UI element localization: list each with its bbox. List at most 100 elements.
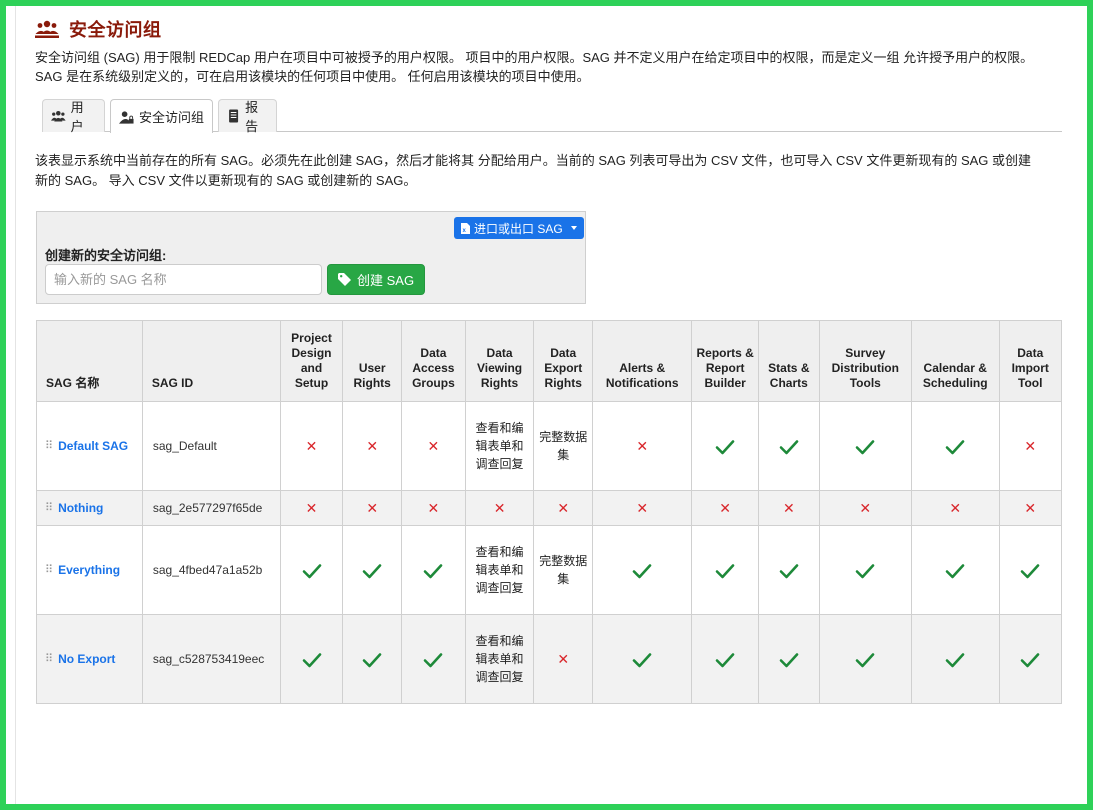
check-icon <box>1020 652 1040 668</box>
permission-granted-cell <box>910 525 1000 615</box>
check-icon <box>945 439 965 455</box>
left-gutter <box>6 6 16 804</box>
col-header-dag[interactable]: Data Access Groups <box>401 320 466 402</box>
permission-text-cell: 查看和编辑表单和调查回复 <box>464 525 535 615</box>
cross-icon: ✕ <box>636 499 649 516</box>
col-header-calendar[interactable]: Calendar & Scheduling <box>910 320 1000 402</box>
permission-denied-cell: ✕ <box>401 490 466 526</box>
cross-icon: ✕ <box>557 650 570 667</box>
col-header-stats[interactable]: Stats & Charts <box>758 320 820 402</box>
cross-icon: ✕ <box>427 437 440 454</box>
drag-handle-icon[interactable]: ⠿ <box>45 437 53 455</box>
check-icon <box>362 563 382 579</box>
permission-text: 完整数据集 <box>539 554 588 586</box>
check-icon <box>715 563 735 579</box>
permission-text: 查看和编辑表单和调查回复 <box>475 421 524 471</box>
check-icon <box>855 563 875 579</box>
users-icon <box>51 110 66 122</box>
check-icon <box>302 563 322 579</box>
cross-icon: ✕ <box>1024 437 1037 454</box>
sag-name-link[interactable]: Default SAG <box>58 439 128 453</box>
cross-icon: ✕ <box>427 499 440 516</box>
check-icon <box>945 652 965 668</box>
sag-name-cell: ⠿ Everything <box>36 525 143 615</box>
sag-name-link[interactable]: Nothing <box>58 501 103 515</box>
check-icon <box>779 563 799 579</box>
sag-name-link[interactable]: No Export <box>58 652 115 666</box>
permission-denied-cell: ✕ <box>533 614 594 704</box>
check-icon <box>302 652 322 668</box>
col-header-export[interactable]: Data Export Rights <box>533 320 594 402</box>
cross-icon: ✕ <box>1024 499 1037 516</box>
user-lock-icon <box>119 110 134 124</box>
cross-icon: ✕ <box>305 437 318 454</box>
table-row: ⠿ Default SAG sag_Default ✕ ✕ ✕ 查看和编辑表单和调查回复 完整… <box>36 401 1063 491</box>
tab-sag-label: 安全访问组 <box>139 110 205 125</box>
permission-granted-cell <box>401 614 466 704</box>
permission-text: 完整数据集 <box>539 430 588 462</box>
col-header-viewing[interactable]: Data Viewing Rights <box>464 320 535 402</box>
permission-denied-cell: ✕ <box>691 490 760 526</box>
sag-name-cell: ⠿ Nothing <box>36 490 143 526</box>
new-sag-name-input[interactable] <box>45 264 322 295</box>
check-icon <box>779 652 799 668</box>
cross-icon: ✕ <box>557 499 570 516</box>
permission-denied-cell: ✕ <box>592 401 693 491</box>
sag-name-cell: ⠿ Default SAG <box>36 401 143 491</box>
permission-granted-cell <box>342 525 403 615</box>
check-icon <box>1020 563 1040 579</box>
col-header-id[interactable]: SAG ID <box>141 320 281 402</box>
import-export-button[interactable]: x 进口或出口 SAG <box>454 217 584 239</box>
tab-security-access-groups[interactable]: 安全访问组 <box>110 99 213 133</box>
permission-denied-cell: ✕ <box>279 401 344 491</box>
permission-denied-cell: ✕ <box>910 490 1000 526</box>
cross-icon: ✕ <box>949 499 962 516</box>
permission-granted-cell <box>910 401 1000 491</box>
drag-handle-icon[interactable]: ⠿ <box>45 561 53 579</box>
intro-text: 安全访问组 (SAG) 用于限制 REDCap 用户在项目中可被授予的用户权限。… <box>35 50 1034 84</box>
tab-reports[interactable]: 报告 <box>218 99 277 134</box>
permission-granted-cell <box>279 525 344 615</box>
check-icon <box>715 652 735 668</box>
create-sag-label: 创建新的安全访问组: <box>45 248 167 263</box>
check-icon <box>945 563 965 579</box>
permission-denied-cell: ✕ <box>818 490 912 526</box>
permission-granted-cell <box>279 614 344 704</box>
check-icon <box>715 439 735 455</box>
col-header-survey[interactable]: Survey Distribution Tools <box>818 320 912 402</box>
col-header-alerts[interactable]: Alerts & Notifications <box>592 320 693 402</box>
check-icon <box>423 563 443 579</box>
permission-granted-cell <box>691 614 760 704</box>
create-sag-button[interactable]: 创建 SAG <box>327 264 426 295</box>
permission-granted-cell <box>758 614 820 704</box>
sag-name-link[interactable]: Everything <box>58 563 120 577</box>
sag-id-cell: sag_4fbed47a1a52b <box>141 525 281 615</box>
permission-denied-cell: ✕ <box>342 401 403 491</box>
col-header-reports[interactable]: Reports & Report Builder <box>691 320 760 402</box>
permission-granted-cell <box>998 614 1063 704</box>
sag-id-cell: sag_c528753419eec <box>141 614 281 704</box>
sag-table: SAG 名称 SAG ID Project Design and Setup U… <box>36 320 1063 704</box>
table-row: ⠿ No Export sag_c528753419eec 查看和编辑表单和调查回复 ✕ <box>36 614 1063 704</box>
col-header-name[interactable]: SAG 名称 <box>36 320 143 402</box>
drag-handle-icon[interactable]: ⠿ <box>45 499 53 517</box>
tag-icon <box>338 273 351 286</box>
permission-text: 查看和编辑表单和调查回复 <box>475 545 524 595</box>
permission-granted-cell <box>691 401 760 491</box>
cross-icon: ✕ <box>859 499 872 516</box>
tab-users[interactable]: 用户 <box>42 99 105 134</box>
tab-users-label: 用户 <box>70 100 84 134</box>
drag-handle-icon[interactable]: ⠿ <box>45 650 53 668</box>
page-header: 安全访问组 <box>35 16 162 42</box>
col-header-user-rights[interactable]: User Rights <box>342 320 403 402</box>
page-frame: 安全访问组 安全访问组 (SAG) 用于限制 REDCap 用户在项目中可被授予… <box>6 6 1087 804</box>
permission-text: 查看和编辑表单和调查回复 <box>475 634 524 684</box>
table-header-row: SAG 名称 SAG ID Project Design and Setup U… <box>36 320 1063 402</box>
permission-granted-cell <box>592 525 693 615</box>
permission-text-cell: 查看和编辑表单和调查回复 <box>464 614 535 704</box>
permission-denied-cell: ✕ <box>342 490 403 526</box>
permission-denied-cell: ✕ <box>998 401 1063 491</box>
sag-table-body: ⠿ Default SAG sag_Default ✕ ✕ ✕ 查看和编辑表单和调查回复 完整… <box>36 401 1063 704</box>
col-header-import[interactable]: Data Import Tool <box>998 320 1063 402</box>
col-header-design[interactable]: Project Design and Setup <box>279 320 344 402</box>
